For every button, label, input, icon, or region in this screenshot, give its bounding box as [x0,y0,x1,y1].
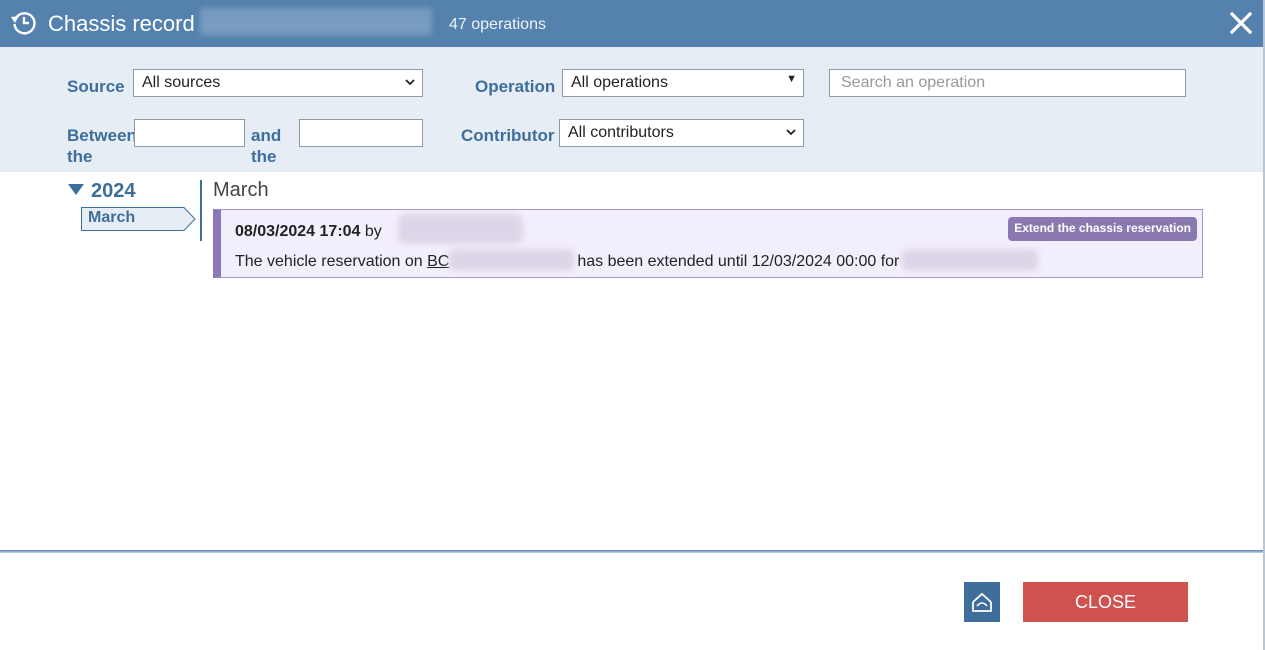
timeline-divider [200,180,202,241]
and-label: and the [251,125,281,167]
caret-down-icon: ▼ [786,73,797,85]
operation-label: Operation [475,77,556,96]
redacted-vehicle-id [449,249,575,271]
search-placeholder: Search an operation [841,74,986,91]
redacted-client [902,249,1039,271]
entry-description: The vehicle reservation on BC has been ex… [235,249,1039,271]
operation-entry: 08/03/2024 17:04 by Extend the chassis r… [213,209,1203,278]
dialog-header: Chassis record 47 operations [0,0,1263,47]
entry-text-prefix: The vehicle reservation on [235,253,428,270]
date-to-input[interactable] [299,119,423,147]
year-toggle[interactable]: 2024 [68,180,136,203]
dialog-title: Chassis record [48,11,195,36]
filter-bar: Source All sources Operation All operati… [0,47,1263,172]
operation-select[interactable]: All operations ▼ [562,69,804,97]
contributor-label: Contributor [461,126,555,145]
year-label: 2024 [91,180,136,202]
close-button[interactable]: CLOSE [1023,582,1188,622]
operation-select-value: All operations [571,74,668,91]
export-icon [972,592,992,612]
vehicle-link-text: BC [427,253,450,270]
between-label-line1: Between [67,126,137,145]
operation-type-badge: Extend the chassis reservation [1008,217,1197,241]
operations-count: 47 operations [449,16,546,33]
collapse-triangle-icon [68,184,84,195]
redacted-user [398,214,523,244]
chevron-down-icon [405,79,415,86]
entry-text-middle: has been extended until 12/03/2024 00:00… [577,253,900,270]
between-label: Between the [67,125,137,167]
close-icon[interactable] [1226,8,1256,38]
entry-datetime: 08/03/2024 17:04 [235,223,361,240]
month-tab-label: March [88,209,136,226]
chevron-down-icon [786,129,796,136]
month-heading: March [213,179,269,201]
vehicle-link[interactable]: BC [427,253,449,270]
between-label-line2: the [67,147,93,166]
source-select[interactable]: All sources [133,69,423,97]
history-icon [11,12,36,35]
redacted-chassis-id [200,8,432,35]
source-label: Source [67,77,125,96]
contributor-select-value: All contributors [568,124,674,141]
entry-by: by [364,223,382,240]
entry-header: 08/03/2024 17:04 by [235,223,382,241]
and-label-line1: and [251,126,282,145]
source-select-value: All sources [142,74,221,91]
contributor-select[interactable]: All contributors [559,119,804,147]
chassis-record-dialog: Chassis record 47 operations Source All … [0,0,1265,650]
export-button[interactable] [964,582,1000,622]
and-label-line2: the [251,147,277,166]
month-tab-march[interactable]: March [81,207,196,231]
search-operation-input[interactable]: Search an operation [829,69,1186,97]
date-from-input[interactable] [134,119,245,147]
footer-separator [0,550,1263,553]
